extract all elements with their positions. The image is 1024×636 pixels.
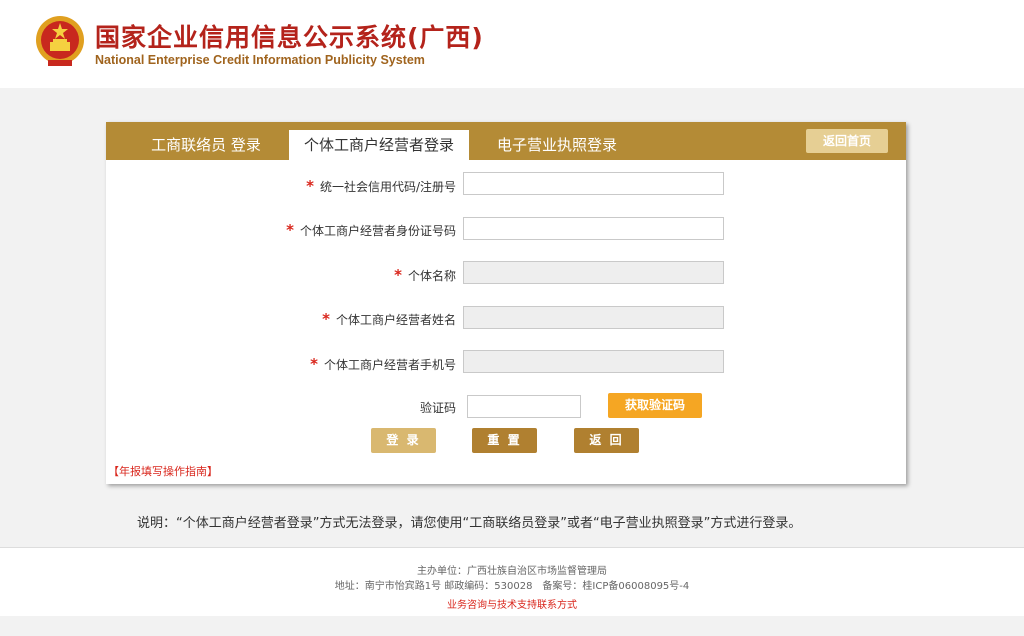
required-mark: * (322, 310, 330, 328)
captcha-label: 验证码 (419, 401, 456, 415)
id-number-label: * 个体工商户经营者身份证号码 (286, 221, 456, 239)
national-emblem-icon (36, 16, 84, 66)
tab-e-license-login[interactable]: 电子营业执照登录 (484, 130, 630, 160)
operator-name-input (463, 306, 724, 329)
site-header: 国家企业信用信息公示系统(广西) National Enterprise Cre… (0, 0, 1024, 88)
credit-code-input[interactable] (463, 172, 724, 195)
required-mark: * (310, 355, 318, 373)
required-mark: * (394, 266, 402, 284)
tab-individual-login[interactable]: 个体工商户经营者登录 (289, 130, 469, 160)
login-button[interactable]: 登 录 (371, 428, 436, 453)
id-number-input[interactable] (463, 217, 724, 240)
phone-label: * 个体工商户经营者手机号 (310, 355, 456, 373)
operator-name-label: * 个体工商户经营者姓名 (322, 310, 456, 328)
reset-button[interactable]: 重 置 (472, 428, 537, 453)
credit-code-label: * 统一社会信用代码/注册号 (306, 177, 456, 195)
footer-contact: 业务咨询与技术支持联系方式 (0, 596, 1024, 611)
footer-address: 地址：南宁市怡宾路1号 邮政编码：530028 备案号：桂ICP备0600809… (334, 581, 690, 592)
footer-sponsor: 主办单位：广西壮族自治区市场监督管理局 (417, 566, 607, 577)
phone-input (463, 350, 724, 373)
annual-report-guide-link[interactable]: 【年报填写操作指南】 (108, 463, 218, 479)
get-code-button[interactable]: 获取验证码 (608, 393, 702, 418)
captcha-input[interactable] (467, 395, 581, 418)
required-mark: * (286, 221, 294, 239)
business-name-input (463, 261, 724, 284)
login-note: 说明：“个体工商户经营者登录”方式无法登录，请您使用“工商联络员登录”或者“电子… (137, 516, 802, 531)
contact-link[interactable]: 业务咨询与技术支持联系方式 (447, 600, 577, 611)
site-title: 国家企业信用信息公示系统(广西) (95, 23, 484, 52)
site-footer: 主办单位：广西壮族自治区市场监督管理局 地址：南宁市怡宾路1号 邮政编码：530… (0, 548, 1024, 616)
site-subtitle: National Enterprise Credit Information P… (95, 53, 425, 67)
login-panel: 工商联络员 登录 个体工商户经营者登录 电子营业执照登录 返回首页 * 统一社会信… (106, 122, 906, 484)
business-name-label: * 个体名称 (394, 266, 456, 284)
tab-liaison-login[interactable]: 工商联络员 登录 (136, 130, 276, 160)
back-button[interactable]: 返 回 (574, 428, 639, 453)
login-tab-bar: 工商联络员 登录 个体工商户经营者登录 电子营业执照登录 返回首页 (106, 122, 906, 160)
required-mark: * (306, 177, 314, 195)
back-home-button[interactable]: 返回首页 (806, 129, 888, 153)
